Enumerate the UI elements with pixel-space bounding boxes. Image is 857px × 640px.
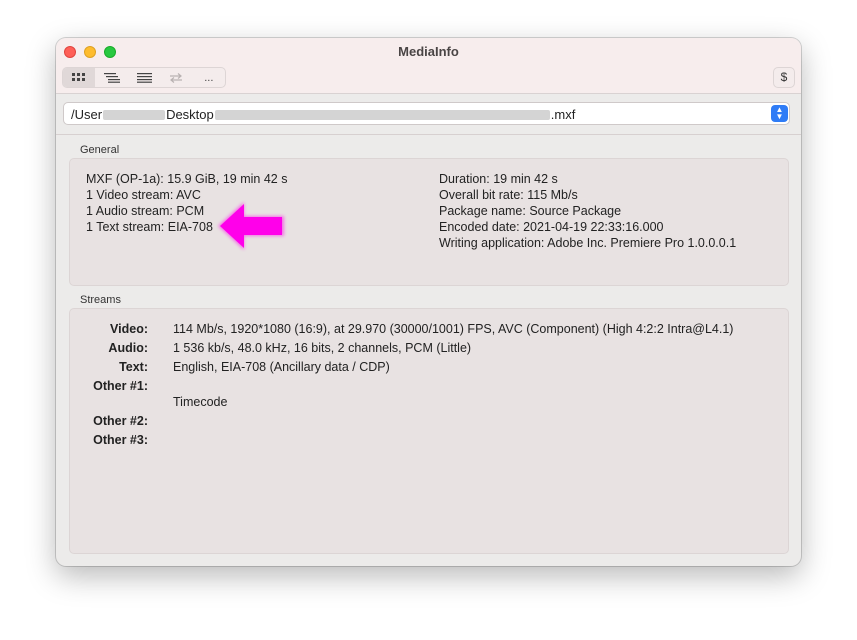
general-writing-app-line: Writing application: Adobe Inc. Premiere… — [439, 236, 737, 250]
general-bitrate-line: Overall bit rate: 115 Mb/s — [439, 188, 578, 202]
file-path: /User Desktop .mxf — [71, 107, 575, 122]
sheet-view-button[interactable] — [95, 68, 127, 87]
more-options-button[interactable]: ... — [193, 68, 225, 87]
stream-key: Other #1: — [93, 379, 148, 393]
streams-info-box: Video: 114 Mb/s, 1920*1080 (16:9), at 29… — [69, 308, 789, 554]
compare-button[interactable] — [160, 68, 192, 87]
general-package-line: Package name: Source Package — [439, 204, 622, 218]
path-prefix: /User — [71, 107, 103, 122]
easy-view-icon — [72, 73, 86, 82]
mediainfo-window: MediaInfo ... $ /User Desktop .mxf ▲ ▼ G… — [56, 38, 801, 566]
annotation-arrow-icon — [216, 198, 288, 257]
stream-key: Other #2: — [93, 414, 148, 428]
path-suffix: .mxf — [550, 107, 576, 122]
path-middle: Desktop — [166, 107, 214, 122]
redacted-filename-segment — [214, 109, 550, 120]
general-section-label: General — [80, 144, 120, 156]
title-bar: MediaInfo ... $ — [56, 38, 801, 94]
streams-section-label: Streams — [80, 294, 121, 306]
stream-key: Audio: — [108, 341, 148, 355]
donate-button[interactable]: $ — [773, 67, 795, 88]
general-info-box: MXF (OP-1a): 15.9 GiB, 19 min 42 s 1 Vid… — [69, 158, 789, 286]
sheet-view-icon — [103, 72, 120, 83]
easy-view-button[interactable] — [63, 68, 96, 87]
stream-value: Timecode — [173, 395, 228, 409]
stream-value: 114 Mb/s, 1920*1080 (16:9), at 29.970 (3… — [173, 322, 734, 336]
window-title: MediaInfo — [398, 44, 459, 59]
stream-key: Text: — [119, 360, 148, 374]
compare-icon — [169, 72, 183, 83]
general-format-line: MXF (OP-1a): 15.9 GiB, 19 min 42 s — [86, 172, 288, 186]
stream-value: English, EIA-708 (Ancillary data / CDP) — [173, 360, 390, 374]
chevron-down-icon: ▼ — [775, 112, 784, 121]
view-mode-toolbar: ... — [62, 67, 226, 88]
toolbar-divider — [56, 134, 801, 135]
redacted-path-segment — [103, 109, 166, 120]
text-view-icon — [136, 72, 152, 83]
stream-key: Other #3: — [93, 433, 148, 447]
path-dropdown-stepper[interactable]: ▲ ▼ — [771, 105, 788, 122]
general-details-list: Duration: 19 min 42 s Overall bit rate: … — [439, 171, 736, 251]
stream-value: 1 536 kb/s, 48.0 kHz, 16 bits, 2 channel… — [173, 341, 472, 355]
general-duration-line: Duration: 19 min 42 s — [439, 172, 558, 186]
file-path-selector[interactable]: /User Desktop .mxf ▲ ▼ — [63, 102, 790, 125]
text-view-button[interactable] — [128, 68, 160, 87]
stream-key: Video: — [110, 322, 148, 336]
general-encoded-date-line: Encoded date: 2021-04-19 22:33:16.000 — [439, 220, 664, 234]
